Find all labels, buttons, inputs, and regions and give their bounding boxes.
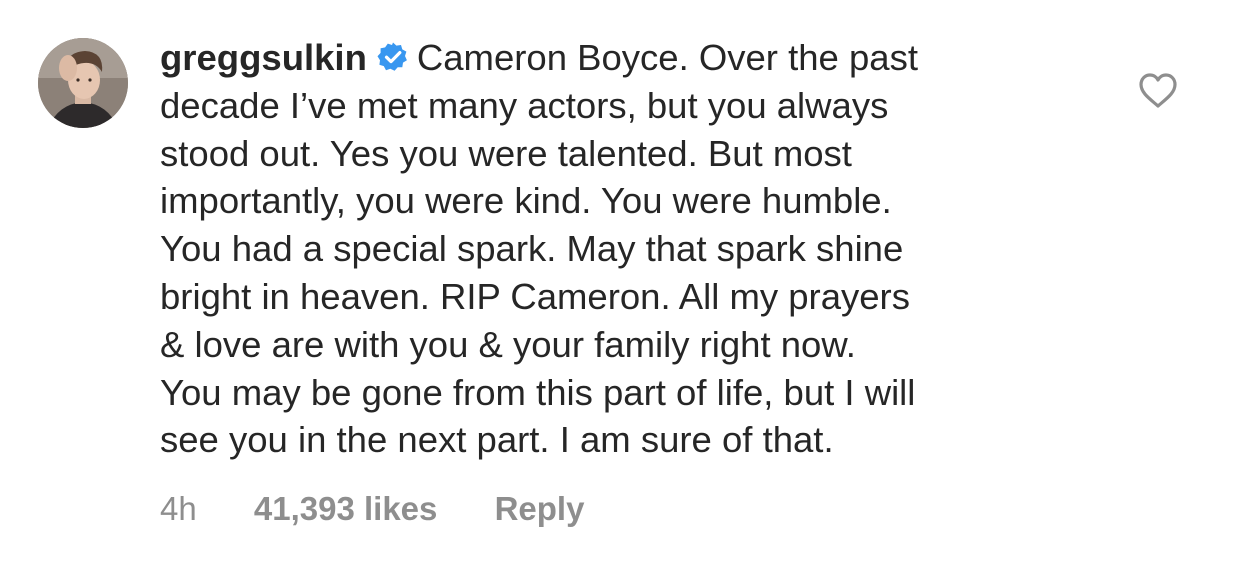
comment-text-line: importantly, you were kind. You were hum… bbox=[160, 180, 892, 222]
comment-text-line: decade I’ve met many actors, but you alw… bbox=[160, 84, 889, 126]
comment-text-line: see you in the next part. I am sure of t… bbox=[160, 419, 834, 461]
comment-line-1: greggsulkin Cameron Boyce. Over the past bbox=[160, 34, 1090, 82]
comment-timestamp: 4h bbox=[160, 490, 197, 527]
verified-badge-icon bbox=[377, 42, 407, 71]
reply-button[interactable]: Reply bbox=[495, 490, 585, 527]
comment-text-line: & love are with you & your family right … bbox=[160, 323, 856, 365]
likes-count-link[interactable]: 41,393 likes bbox=[254, 490, 438, 527]
avatar[interactable] bbox=[38, 38, 128, 128]
heart-outline-icon bbox=[1139, 73, 1177, 108]
like-heart-icon[interactable] bbox=[1138, 72, 1178, 110]
comment-text-line: You had a special spark. May that spark … bbox=[160, 228, 904, 270]
comment-text: greggsulkin Cameron Boyce. Over the past … bbox=[160, 34, 1090, 464]
profile-photo-icon bbox=[38, 38, 128, 128]
comment-meta: 4h 41,393 likes Reply bbox=[160, 490, 584, 528]
comment-text-line: You may be gone from this part of life, … bbox=[160, 371, 916, 413]
comment-text-line: stood out. Yes you were talented. But mo… bbox=[160, 132, 852, 174]
username-link[interactable]: greggsulkin bbox=[160, 37, 367, 78]
comment: greggsulkin Cameron Boyce. Over the past … bbox=[0, 0, 1242, 574]
comment-text-line: bright in heaven. RIP Cameron. All my pr… bbox=[160, 275, 910, 317]
comment-text-line: Cameron Boyce. Over the past bbox=[416, 37, 918, 78]
